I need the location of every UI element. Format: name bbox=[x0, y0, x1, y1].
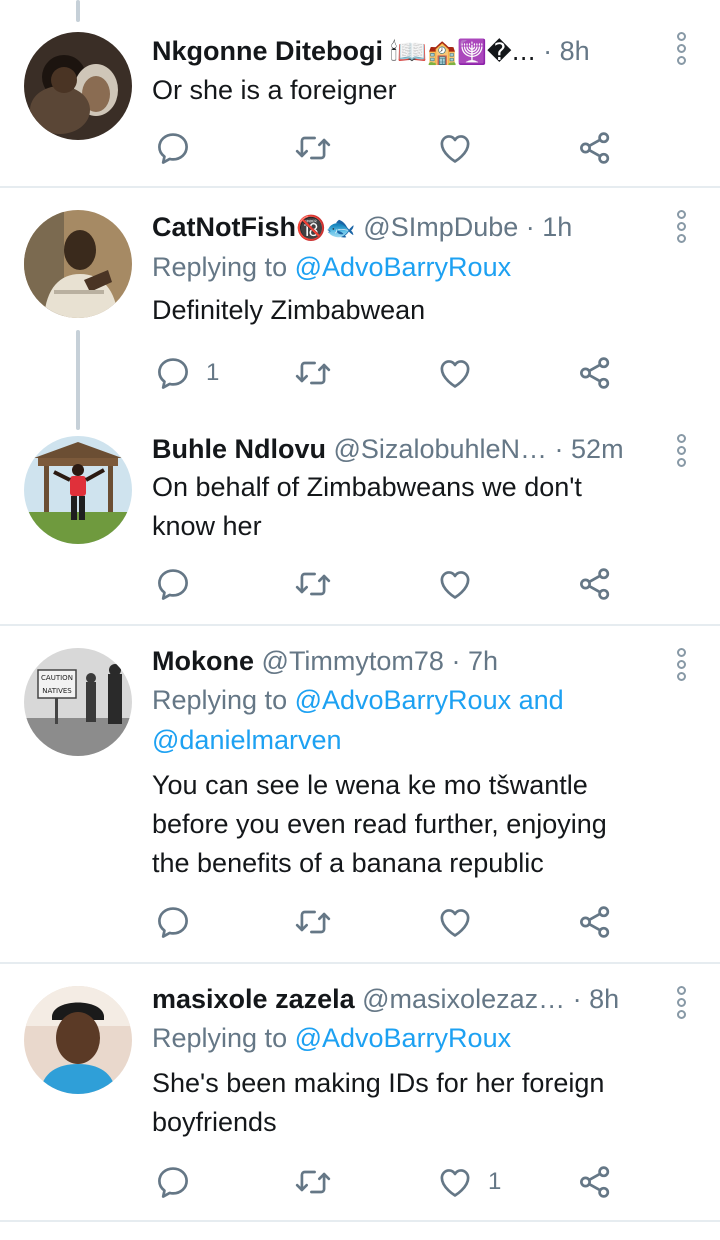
like-icon bbox=[440, 360, 470, 388]
more-options-icon[interactable] bbox=[674, 434, 688, 467]
tweet-divider bbox=[0, 1220, 720, 1222]
avatar[interactable] bbox=[24, 32, 132, 140]
reply-button[interactable] bbox=[154, 564, 206, 604]
like-icon bbox=[440, 571, 470, 599]
replying-to: Replying to @AdvoBarryRoux bbox=[152, 1023, 512, 1053]
like-button[interactable] bbox=[436, 353, 488, 393]
like-icon bbox=[440, 1169, 470, 1197]
tweet-header: masixole zazela @masixolezaz… · 8h bbox=[152, 980, 660, 1018]
like-button[interactable] bbox=[436, 128, 488, 168]
action-bar bbox=[152, 902, 632, 942]
timestamp[interactable]: · 8h bbox=[573, 984, 620, 1014]
timestamp[interactable]: · 8h bbox=[543, 36, 590, 66]
more-options-icon[interactable] bbox=[674, 32, 688, 65]
tweet-header: Buhle Ndlovu @SizalobuhleN… · 52m bbox=[152, 430, 660, 468]
share-icon bbox=[580, 906, 610, 938]
action-bar: 1 bbox=[152, 353, 632, 393]
retweet-button[interactable] bbox=[294, 353, 332, 393]
reply-button[interactable] bbox=[154, 902, 206, 942]
avatar[interactable] bbox=[24, 210, 132, 318]
action-bar bbox=[152, 564, 632, 604]
reply-icon bbox=[158, 907, 188, 938]
retweet-icon bbox=[295, 572, 331, 596]
tweet-text: Or she is a foreigner bbox=[152, 75, 397, 105]
avatar[interactable] bbox=[24, 436, 132, 544]
more-options-icon[interactable] bbox=[674, 986, 688, 1019]
user-handle[interactable]: @SImpDube bbox=[363, 212, 518, 242]
tweet-1[interactable]: CatNotFish🔞🐟 @SImpDube · 1h Replying to … bbox=[0, 188, 720, 414]
timestamp[interactable]: · 7h bbox=[451, 646, 498, 676]
reply-icon bbox=[158, 1167, 188, 1198]
display-name[interactable]: masixole zazela bbox=[152, 984, 355, 1014]
avatar-sign-line-1: CAUTION bbox=[41, 674, 73, 682]
avatar[interactable] bbox=[24, 986, 132, 1094]
share-button[interactable] bbox=[576, 1162, 614, 1202]
like-button[interactable]: 1 bbox=[436, 1162, 501, 1202]
like-icon bbox=[440, 135, 470, 163]
display-name[interactable]: CatNotFish bbox=[152, 212, 296, 242]
retweet-button[interactable] bbox=[294, 1162, 332, 1202]
reply-icon bbox=[158, 133, 188, 164]
retweet-button[interactable] bbox=[294, 128, 332, 168]
more-options-icon[interactable] bbox=[674, 210, 688, 243]
like-button[interactable] bbox=[436, 902, 488, 942]
retweet-icon bbox=[295, 1170, 331, 1194]
user-handle[interactable]: @SizalobuhleN… bbox=[334, 434, 548, 464]
tweet-text: You can see le wena ke mo tšwantle befor… bbox=[152, 770, 607, 878]
replying-to: Replying to @AdvoBarryRoux and @danielma… bbox=[152, 685, 564, 755]
share-icon bbox=[580, 357, 610, 389]
share-button[interactable] bbox=[576, 353, 614, 393]
mention-link[interactable]: @danielmarven bbox=[152, 725, 342, 755]
timestamp[interactable]: · 1h bbox=[526, 212, 573, 242]
tweet-header: Mokone @Timmytom78 · 7h bbox=[152, 642, 660, 680]
retweet-icon bbox=[295, 361, 331, 385]
more-options-icon[interactable] bbox=[674, 648, 688, 681]
like-button[interactable] bbox=[436, 564, 488, 604]
reply-icon bbox=[158, 358, 188, 389]
tweet-header: Nkgonne Ditebogi 🕯📖🏫🕎�… · 8h bbox=[152, 32, 660, 71]
tweet-4[interactable]: masixole zazela @masixolezaz… · 8h Reply… bbox=[0, 964, 720, 1220]
share-button[interactable] bbox=[576, 902, 614, 942]
retweet-icon bbox=[295, 910, 331, 934]
retweet-button[interactable] bbox=[294, 564, 332, 604]
reply-button[interactable] bbox=[154, 128, 206, 168]
reply-count: 1 bbox=[206, 359, 220, 386]
name-emoji: 🕯📖🏫🕎�… bbox=[390, 38, 536, 66]
mention-link[interactable]: @AdvoBarryRoux bbox=[295, 1023, 512, 1053]
tweet-text: She's been making IDs for her foreign bo… bbox=[152, 1068, 605, 1137]
reply-button[interactable]: 1 bbox=[154, 353, 219, 393]
share-icon bbox=[580, 1166, 610, 1198]
display-name[interactable]: Mokone bbox=[152, 646, 254, 676]
share-icon bbox=[580, 568, 610, 600]
like-icon bbox=[440, 909, 470, 937]
retweet-icon bbox=[295, 136, 331, 160]
tweet-text: Definitely Zimbabwean bbox=[152, 295, 426, 325]
share-button[interactable] bbox=[576, 128, 614, 168]
tweet-0[interactable]: Nkgonne Ditebogi 🕯📖🏫🕎�… · 8h Or she is a… bbox=[0, 0, 720, 186]
avatar[interactable]: CAUTION NATIVES bbox=[24, 648, 132, 756]
tweet-text: On behalf of Zimbabweans we don't know h… bbox=[152, 472, 582, 541]
mention-link[interactable]: @AdvoBarryRoux and bbox=[295, 685, 564, 715]
display-name[interactable]: Nkgonne Ditebogi bbox=[152, 36, 383, 66]
share-button[interactable] bbox=[576, 564, 614, 604]
name-emoji: 🔞🐟 bbox=[296, 214, 356, 242]
tweet-2[interactable]: Buhle Ndlovu @SizalobuhleN… · 52m On beh… bbox=[0, 414, 720, 624]
tweet-3[interactable]: CAUTION NATIVES Mokone @Timmytom78 · 7h … bbox=[0, 626, 720, 962]
like-count: 1 bbox=[488, 1168, 502, 1195]
user-handle[interactable]: @masixolezaz… bbox=[362, 984, 565, 1014]
action-bar bbox=[152, 128, 632, 168]
reply-button[interactable] bbox=[154, 1162, 206, 1202]
avatar-sign-line-2: NATIVES bbox=[42, 687, 72, 695]
replying-to: Replying to @AdvoBarryRoux bbox=[152, 252, 512, 282]
user-handle[interactable]: @Timmytom78 bbox=[262, 646, 444, 676]
share-icon bbox=[580, 132, 610, 164]
retweet-button[interactable] bbox=[294, 902, 332, 942]
timestamp[interactable]: · 52m bbox=[555, 434, 624, 464]
display-name[interactable]: Buhle Ndlovu bbox=[152, 434, 326, 464]
mention-link[interactable]: @AdvoBarryRoux bbox=[295, 252, 512, 282]
reply-icon bbox=[158, 569, 188, 600]
action-bar: 1 bbox=[152, 1162, 632, 1202]
tweet-header: CatNotFish🔞🐟 @SImpDube · 1h bbox=[152, 208, 660, 247]
